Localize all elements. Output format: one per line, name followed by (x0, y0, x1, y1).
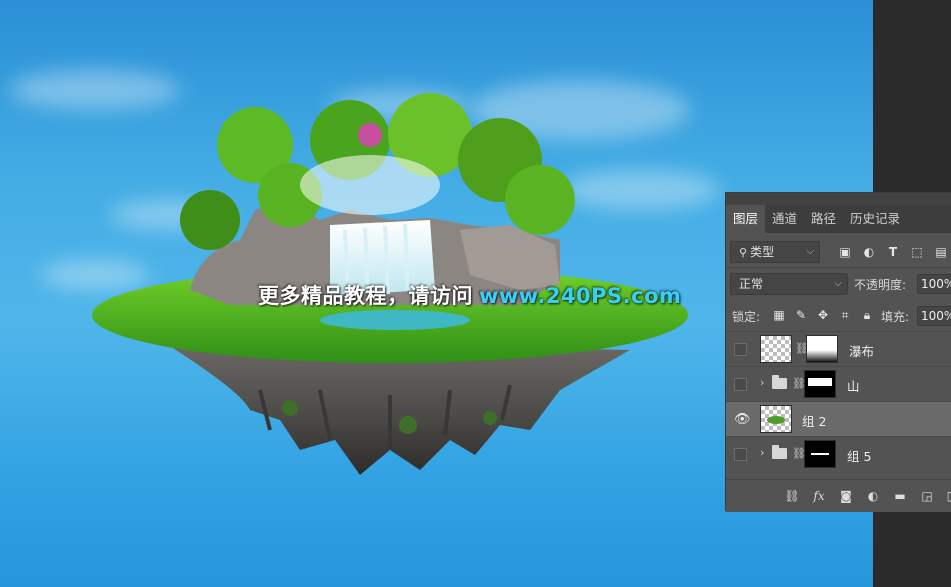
lock-all-icon[interactable]: 🔒︎ (858, 306, 876, 324)
fill-label: 填充: (881, 310, 910, 324)
layers-panel-footer: ⛓ fx ◙ ◐ ▬ ◲ ▯ (726, 479, 951, 512)
panel-header-bar[interactable] (726, 193, 951, 205)
shape-filter-icon[interactable]: ⬚ (908, 243, 926, 261)
layers-panel: 图层 通道 路径 历史记录 ⚲ 类型 ⌵ ▣ ◐ T ⬚ ▤ 正常 ⌵ 不透明度:… (725, 192, 951, 512)
layer-filter-row: ⚲ 类型 ⌵ ▣ ◐ T ⬚ ▤ (726, 233, 951, 267)
lock-pixels-icon[interactable]: ✎ (792, 306, 810, 324)
layer-name: 组 5 (847, 449, 872, 464)
eye-icon[interactable]: 👁︎ (734, 413, 751, 426)
lock-row: 锁定: ▦ ✎ ✥ ⌗ 🔒︎ 填充: 100% (726, 301, 951, 331)
tab-history[interactable]: 历史记录 (843, 205, 907, 233)
visibility-toggle[interactable] (734, 448, 747, 461)
add-mask-icon[interactable]: ◙ (838, 488, 854, 504)
layer-row-selected[interactable]: 👁︎ 组 2 (726, 401, 951, 436)
type-filter-icon[interactable]: T (884, 243, 902, 261)
layer-name: 山 (847, 379, 860, 394)
layer-name: 瀑布 (849, 344, 875, 359)
blend-mode-value: 正常 (739, 277, 764, 291)
new-layer-icon[interactable]: ◲ (919, 488, 935, 504)
opacity-label: 不透明度: (854, 278, 907, 292)
mask-thumbnail[interactable] (806, 335, 838, 363)
fill-field[interactable]: 100% (917, 306, 951, 326)
tab-layers[interactable]: 图层 (726, 205, 766, 233)
layer-row[interactable]: ⛓ 瀑布 (726, 331, 951, 366)
lock-position-icon[interactable]: ✥ (814, 306, 832, 324)
opacity-field[interactable]: 100% (917, 274, 951, 294)
layer-thumbnail (760, 335, 792, 363)
expand-chevron-icon[interactable]: › (760, 376, 764, 389)
mask-thumbnail[interactable] (804, 370, 836, 398)
folder-icon (772, 445, 787, 459)
tab-paths[interactable]: 路径 (804, 205, 843, 233)
lock-label: 锁定: (732, 310, 761, 324)
smart-object-filter-icon[interactable]: ▤ (932, 243, 950, 261)
chevron-down-icon: ⌵ (806, 246, 814, 257)
folder-icon (772, 375, 787, 389)
visibility-toggle[interactable] (734, 378, 747, 391)
search-icon: ⚲ (739, 246, 748, 259)
layer-row[interactable]: › ⛓ 山 (726, 366, 951, 401)
image-filter-icon[interactable]: ▣ (836, 243, 854, 261)
lock-transparent-icon[interactable]: ▦ (770, 306, 788, 324)
mask-thumbnail[interactable] (804, 440, 836, 468)
layer-name: 组 2 (802, 414, 827, 429)
layer-row[interactable]: › ⛓ 组 5 (726, 436, 951, 471)
fx-icon[interactable]: fx (811, 488, 827, 504)
link-layers-icon[interactable]: ⛓ (784, 488, 800, 504)
adjustment-filter-icon[interactable]: ◐ (860, 243, 878, 261)
blend-opacity-row: 正常 ⌵ 不透明度: 100% (726, 267, 951, 301)
lock-artboard-icon[interactable]: ⌗ (836, 306, 854, 324)
filter-kind-select[interactable]: ⚲ 类型 ⌵ (730, 241, 820, 263)
panel-tabs: 图层 通道 路径 历史记录 (726, 205, 951, 233)
watermark-text: 更多精品教程，请访问 www.240PS.com (258, 280, 681, 310)
watermark-url: www.240PS.com (479, 284, 682, 308)
new-group-icon[interactable]: ▬ (892, 488, 908, 504)
adjustment-layer-icon[interactable]: ◐ (865, 488, 881, 504)
delete-icon[interactable]: ▯ (942, 488, 951, 504)
layer-thumbnail (760, 405, 792, 433)
chevron-down-icon: ⌵ (834, 278, 842, 289)
filter-kind-label: 类型 (750, 245, 775, 259)
visibility-toggle[interactable] (734, 343, 747, 356)
blend-mode-select[interactable]: 正常 ⌵ (730, 273, 848, 295)
tab-channels[interactable]: 通道 (765, 205, 804, 233)
watermark-chinese: 更多精品教程，请访问 (258, 284, 473, 308)
expand-chevron-icon[interactable]: › (760, 446, 764, 459)
